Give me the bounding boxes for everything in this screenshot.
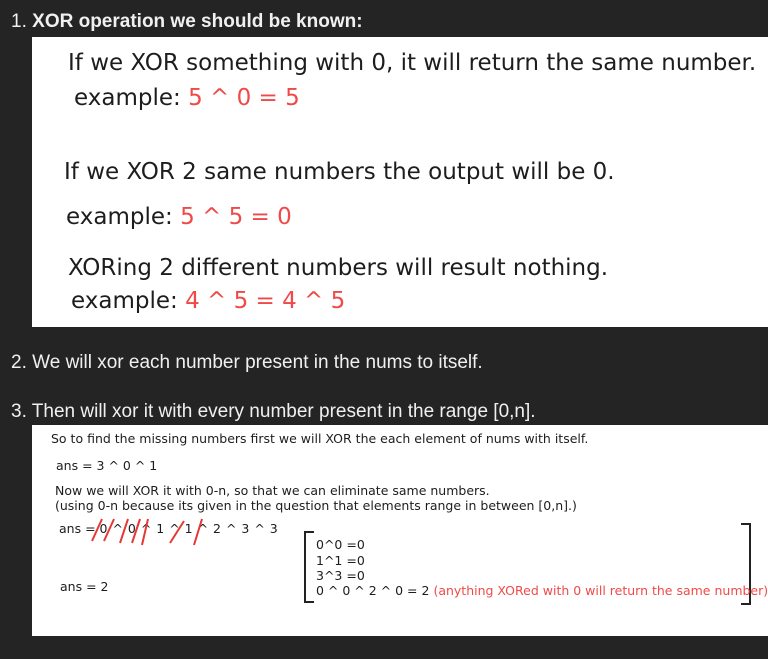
step-3-number: 3. <box>11 401 27 422</box>
ans-initial: ans = 3 ^ 0 ^ 1 <box>56 458 158 473</box>
step-2-text: We will xor each number present in the n… <box>32 352 483 373</box>
example-value: 4 ^ 5 = 4 ^ 5 <box>185 288 346 314</box>
strike-marks <box>91 518 203 546</box>
strike-mark <box>193 518 203 546</box>
strike-mark <box>119 518 129 544</box>
strike-mark <box>91 518 103 542</box>
step-2-heading: 2. We will xor each number present in th… <box>11 352 483 374</box>
example-xor-zero: example: 5 ^ 0 = 5 <box>74 85 300 111</box>
bracket-line-1: 0^0 =0 <box>316 537 365 552</box>
now-xor-line: Now we will XOR it with 0-n, so that we … <box>55 483 490 498</box>
step-1-number: 1. <box>11 11 27 32</box>
strike-mark <box>169 520 185 544</box>
strike-mark <box>131 518 141 544</box>
strike-mark <box>103 518 115 542</box>
example-value: 5 ^ 0 = 5 <box>188 85 300 111</box>
walkthrough-intro: So to find the missing numbers first we … <box>51 431 589 446</box>
rule-xor-zero: If we XOR something with 0, it will retu… <box>68 50 757 76</box>
step-1-text: XOR operation we should be known: <box>32 11 363 32</box>
example-value: 5 ^ 5 = 0 <box>180 204 292 230</box>
step-3-text: Then will xor it with every number prese… <box>31 401 536 422</box>
now-xor-reason: (using 0-n because its given in the ques… <box>55 498 577 513</box>
step-2-number: 2. <box>11 352 27 373</box>
final-expression: 0 ^ 0 ^ 2 ^ 0 = 2 <box>316 583 430 598</box>
xor-rules-image: If we XOR something with 0, it will retu… <box>32 37 768 327</box>
example-label: example: <box>74 85 181 111</box>
final-note: (anything XORed with 0 will return the s… <box>433 583 768 598</box>
step-1-heading: 1. XOR operation we should be known: <box>11 11 363 33</box>
rule-xor-same: If we XOR 2 same numbers the output will… <box>64 159 615 185</box>
example-xor-different: example: 4 ^ 5 = 4 ^ 5 <box>71 288 345 314</box>
rule-xor-different: XORing 2 different numbers will result n… <box>68 255 609 281</box>
example-label: example: <box>71 288 178 314</box>
left-bracket <box>304 531 314 603</box>
final-line: 0 ^ 0 ^ 2 ^ 0 = 2 (anything XORed with 0… <box>316 583 768 598</box>
strike-mark <box>141 518 149 546</box>
example-xor-same: example: 5 ^ 5 = 0 <box>66 204 292 230</box>
step-3-heading: 3. Then will xor it with every number pr… <box>11 401 536 423</box>
ans-result: ans = 2 <box>60 579 109 594</box>
xor-walkthrough-image: So to find the missing numbers first we … <box>32 425 768 636</box>
example-label: example: <box>66 204 173 230</box>
bracket-line-3: 3^3 =0 <box>316 568 365 583</box>
bracket-line-2: 1^1 =0 <box>316 553 365 568</box>
